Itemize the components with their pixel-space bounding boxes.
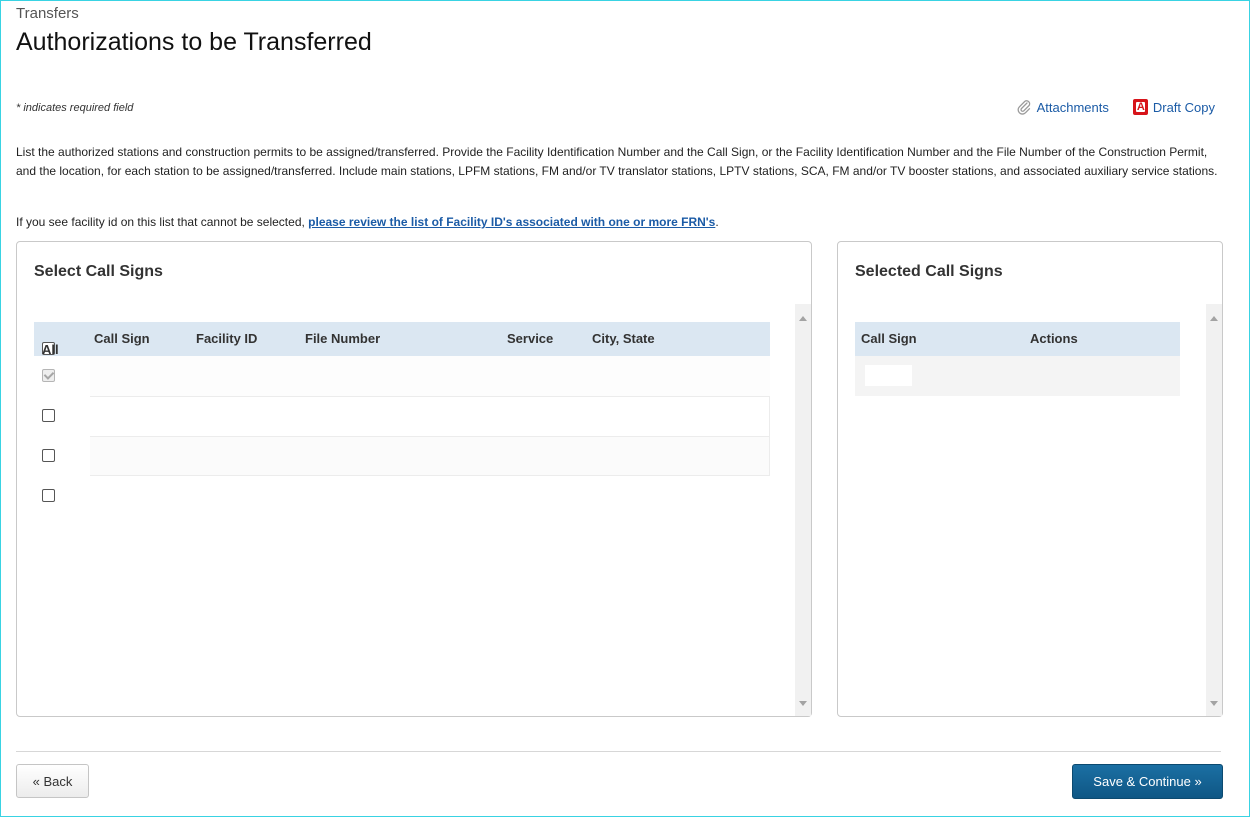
table-row	[34, 476, 770, 516]
facility-list-link[interactable]: please review the list of Facility ID's …	[308, 215, 715, 229]
row-checkbox[interactable]	[42, 489, 55, 502]
column-selected-call-sign[interactable]: Call Sign	[861, 331, 917, 346]
column-service[interactable]: Service	[507, 331, 553, 346]
select-all-label: All	[42, 342, 59, 357]
footer-divider	[16, 751, 1221, 752]
facility-note-text: If you see facility id on this list that…	[16, 215, 309, 229]
breadcrumb: Transfers	[16, 5, 79, 22]
selected-row	[855, 356, 1180, 396]
draft-copy-link[interactable]: Draft Copy	[1132, 99, 1215, 115]
back-button[interactable]: « Back	[16, 764, 89, 798]
row-cells	[90, 436, 770, 476]
row-checkbox[interactable]	[42, 449, 55, 462]
row-checkbox[interactable]	[42, 409, 55, 422]
instructions-text: List the authorized stations and constru…	[16, 145, 1218, 178]
table-row	[34, 436, 770, 476]
table-row	[34, 396, 770, 436]
page-frame: Transfers Authorizations to be Transferr…	[0, 0, 1250, 817]
column-actions: Actions	[1030, 331, 1078, 346]
column-facility-id[interactable]: Facility ID	[196, 331, 257, 346]
required-field-note: * indicates required field	[16, 102, 134, 114]
select-call-signs-title: Select Call Signs	[34, 263, 163, 280]
row-cells	[90, 356, 770, 396]
save-continue-button[interactable]: Save & Continue »	[1072, 764, 1223, 799]
column-call-sign[interactable]: Call Sign	[94, 331, 150, 346]
scroll-up-arrow-icon[interactable]	[1210, 316, 1218, 321]
selected-call-sign-cell	[865, 365, 912, 386]
pdf-icon	[1132, 99, 1148, 115]
selected-call-signs-title: Selected Call Signs	[855, 263, 1003, 280]
row-checkbox	[42, 369, 55, 382]
facility-note: If you see facility id on this list that…	[16, 215, 719, 229]
facility-note-suffix: .	[715, 215, 719, 229]
paperclip-icon	[1017, 100, 1030, 115]
top-links: Attachments Draft Copy	[1016, 99, 1215, 115]
selected-panel-scrollbar[interactable]	[1206, 304, 1222, 716]
attachments-label: Attachments	[1036, 99, 1109, 115]
page-title: Authorizations to be Transferred	[16, 28, 372, 56]
row-cells	[90, 396, 770, 436]
select-call-signs-panel: Select Call Signs All Call Sign Facility…	[16, 241, 812, 717]
draft-copy-label: Draft Copy	[1152, 99, 1215, 115]
column-city-state[interactable]: City, State	[592, 331, 655, 346]
attachments-link[interactable]: Attachments	[1016, 99, 1109, 115]
selected-call-signs-panel: Selected Call Signs Call Sign Actions	[837, 241, 1223, 717]
table-row	[34, 356, 770, 396]
select-panel-scrollbar[interactable]	[795, 304, 811, 716]
column-file-number[interactable]: File Number	[305, 331, 380, 346]
scroll-down-arrow-icon[interactable]	[799, 701, 807, 706]
scroll-down-arrow-icon[interactable]	[1210, 701, 1218, 706]
scroll-up-arrow-icon[interactable]	[799, 316, 807, 321]
select-grid-header: All Call Sign Facility ID File Number Se…	[34, 322, 770, 357]
selected-grid-header: Call Sign Actions	[855, 322, 1180, 356]
